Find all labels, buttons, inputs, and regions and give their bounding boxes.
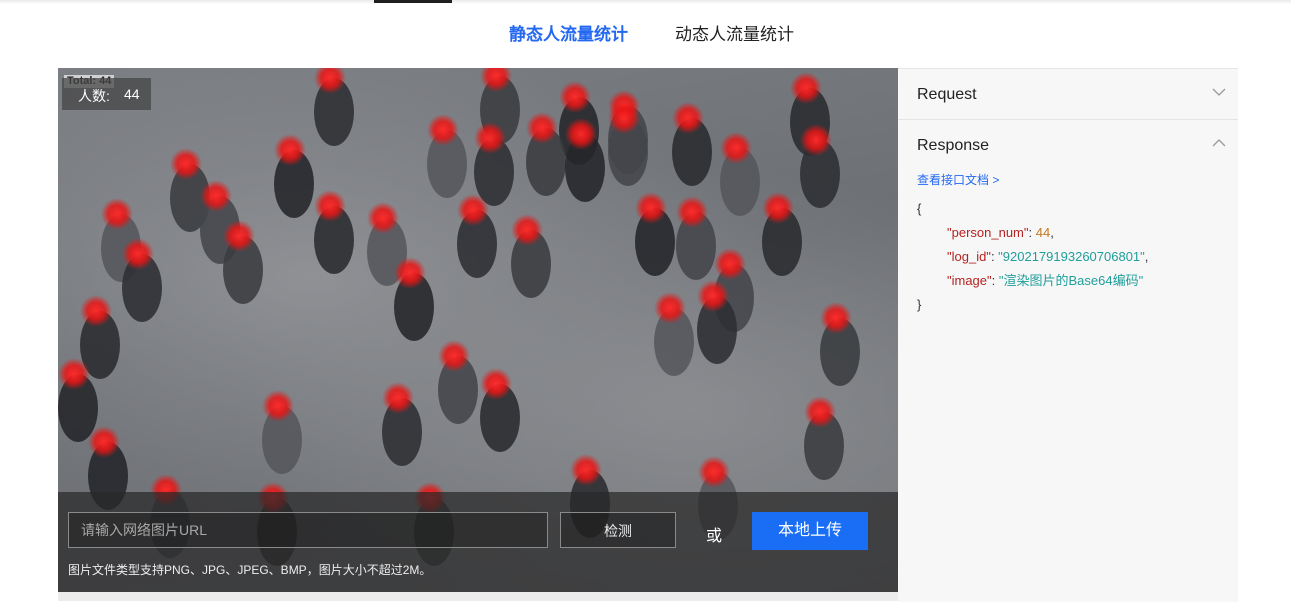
head-detection-marker [427, 114, 459, 146]
head-detection-marker [697, 280, 729, 312]
head-detection-marker [800, 124, 832, 156]
person-count-label: 人数: [78, 88, 110, 104]
head-detection-marker [608, 102, 640, 134]
person-count-badge: 人数: 44 [62, 78, 151, 110]
response-title: Response [917, 137, 990, 154]
local-upload-button[interactable]: 本地上传 [752, 512, 868, 550]
json-value: "渲染图片的Base64编码" [998, 273, 1144, 288]
json-key: "person_num" [947, 225, 1029, 240]
head-detection-marker [474, 122, 506, 154]
head-detection-marker [672, 102, 704, 134]
head-detection-marker [511, 214, 543, 246]
head-detection-marker [790, 72, 822, 104]
head-detection-marker [480, 368, 512, 400]
person-count-value: 44 [124, 86, 140, 102]
api-panel: Request Response 查看接口文档 > { "person_num"… [898, 68, 1238, 602]
head-detection-marker [820, 302, 852, 334]
tab-bar: 静态人流量统计 动态人流量统计 [0, 0, 1291, 60]
head-detection-marker [804, 396, 836, 428]
head-detection-marker [720, 132, 752, 164]
head-detection-marker [698, 456, 730, 488]
json-open-brace: { [917, 201, 922, 216]
or-label: 或 [706, 528, 723, 545]
response-json: { "person_num": 44, "log_id": "920217919… [917, 197, 1148, 317]
json-key: "log_id" [947, 249, 991, 264]
head-detection-marker [200, 180, 232, 212]
json-comma: , [1050, 225, 1054, 240]
image-url-input[interactable] [68, 512, 548, 548]
head-detection-marker [80, 295, 112, 327]
json-entry: "person_num": 44, [947, 225, 1054, 240]
head-detection-marker [635, 192, 667, 224]
head-detection-marker [394, 257, 426, 289]
detect-button[interactable]: 检测 [560, 512, 676, 548]
head-detection-marker [565, 118, 597, 150]
head-detection-marker [122, 238, 154, 270]
head-detection-marker [559, 81, 591, 113]
head-detection-marker [570, 454, 602, 486]
head-detection-marker [170, 148, 202, 180]
head-detection-marker [274, 134, 306, 166]
json-close-brace: } [917, 297, 922, 312]
json-value: 44 [1035, 225, 1051, 240]
upload-bar: 检测 或 本地上传 图片文件类型支持PNG、JPG、JPEG、BMP，图片大小不… [58, 492, 898, 592]
json-entry: "image": "渲染图片的Base64编码" [947, 273, 1144, 288]
head-detection-marker [58, 358, 90, 390]
json-value: "9202179193260706801" [998, 249, 1145, 264]
tab-static-flow[interactable]: 静态人流量统计 [509, 20, 628, 45]
file-type-hint: 图片文件类型支持PNG、JPG、JPEG、BMP，图片大小不超过2M。 [68, 563, 432, 577]
response-accordion[interactable]: Response [898, 120, 1238, 170]
head-detection-marker [457, 194, 489, 226]
head-detection-marker [676, 196, 708, 228]
head-detection-marker [314, 190, 346, 222]
demo-bottom-strip [58, 592, 898, 601]
api-doc-link[interactable]: 查看接口文档 > [917, 171, 999, 188]
json-key: "image" [947, 273, 992, 288]
head-detection-marker [88, 426, 120, 458]
chevron-up-icon [1212, 139, 1226, 147]
json-entry: "log_id": "9202179193260706801", [947, 249, 1149, 264]
json-comma: , [1144, 249, 1149, 264]
head-detection-marker [714, 248, 746, 280]
head-detection-marker [382, 382, 414, 414]
head-detection-marker [223, 220, 255, 252]
head-detection-marker [262, 390, 294, 422]
tab-dynamic-flow[interactable]: 动态人流量统计 [675, 20, 794, 45]
head-detection-marker [762, 192, 794, 224]
request-title: Request [917, 86, 977, 103]
head-detection-marker [438, 340, 470, 372]
head-detection-marker [101, 198, 133, 230]
head-detection-marker [654, 292, 686, 324]
request-accordion[interactable]: Request [898, 69, 1238, 120]
head-detection-marker [526, 112, 558, 144]
chevron-down-icon [1212, 88, 1226, 96]
head-detection-marker [367, 202, 399, 234]
